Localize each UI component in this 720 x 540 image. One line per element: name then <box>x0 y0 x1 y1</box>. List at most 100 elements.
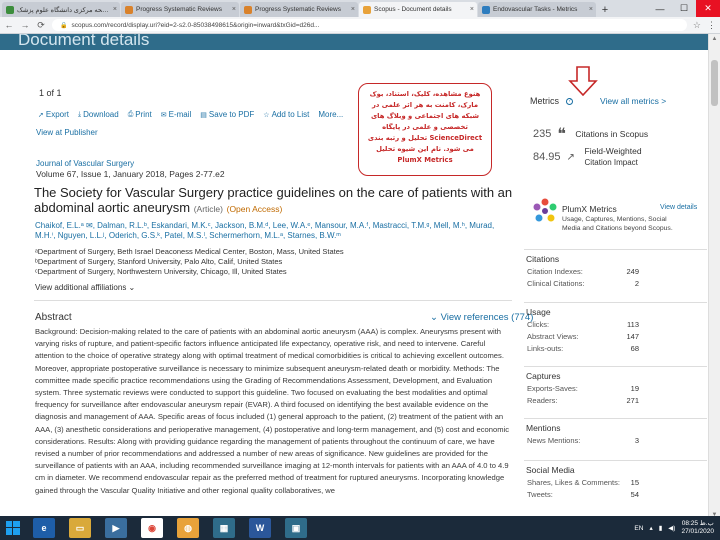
metrics-title: Metrics <box>530 96 559 106</box>
author-list[interactable]: Chaikof, E.L.ᵃ ✉, Dalman, R.L.ᵇ, Eskanda… <box>35 221 510 241</box>
citations-count: 235 <box>533 128 552 140</box>
plumx-metric-label: News Mentions: <box>527 436 581 445</box>
chrome-icon[interactable]: ◉ <box>141 518 163 538</box>
app-icon[interactable]: ▦ <box>213 518 235 538</box>
plumx-section-mentions: Mentions News Mentions: 3 <box>524 418 707 445</box>
tab-close-icon[interactable]: × <box>470 6 474 13</box>
language-indicator[interactable]: EN <box>634 525 643 532</box>
action-label: More... <box>318 110 344 119</box>
action-add-to-list[interactable]: ☆ Add to List <box>263 110 309 119</box>
view-affiliations-link[interactable]: View additional affiliations ⌄ <box>35 283 135 292</box>
plumx-metric-label: Abstract Views: <box>527 332 579 341</box>
action-label: Download <box>83 110 119 119</box>
browser-tab[interactable]: Progress Systematic Reviews × <box>121 2 239 17</box>
action-print[interactable]: ⎙ Print <box>128 110 152 119</box>
action-more[interactable]: More... <box>318 110 343 119</box>
tab-label: Endovascular Tasks - Metrics <box>493 6 578 13</box>
clock-date: 27/01/2020 <box>681 528 714 535</box>
action-export[interactable]: ➚ Export <box>38 110 69 119</box>
scroll-up-icon[interactable]: ▲ <box>709 34 720 45</box>
tab-close-icon[interactable]: × <box>351 6 355 13</box>
action-label: E-mail <box>168 110 192 119</box>
action-label: Add to List <box>271 110 310 119</box>
divider <box>34 300 512 301</box>
firefox-icon[interactable]: ◍ <box>177 518 199 538</box>
tab-close-icon[interactable]: × <box>589 6 593 13</box>
tab-label: Progress Systematic Reviews <box>255 6 341 13</box>
clock[interactable]: 08:25 ب.ظ 27/01/2020 <box>681 520 714 536</box>
scopus-header: Document details <box>0 34 708 50</box>
minimize-button[interactable]: — <box>648 0 672 17</box>
plumx-description: Usage, Captures, Mentions, Social Media … <box>562 216 673 232</box>
windows-start-icon[interactable] <box>0 516 26 540</box>
plumx-metric-row: Clinical Citations: 2 <box>527 279 639 288</box>
browser-tab[interactable]: Progress Systematic Reviews × <box>240 2 358 17</box>
close-window-button[interactable]: ✕ <box>696 0 720 17</box>
reload-icon[interactable]: ⟳ <box>36 20 46 31</box>
action-icon: ➚ <box>38 111 44 119</box>
word-icon[interactable]: W <box>249 518 271 538</box>
citations-metric[interactable]: 235 ❝ Citations in Scopus <box>533 124 648 144</box>
article-type: (Article) <box>193 204 223 214</box>
affiliation-list: ᵃDepartment of Surgery, Beth Israel Deac… <box>35 247 505 277</box>
browser-tab[interactable]: Scopus - Document details × <box>359 2 477 17</box>
action-label: Print <box>135 110 152 119</box>
file-explorer-icon[interactable]: ▭ <box>69 518 91 538</box>
tab-close-icon[interactable]: × <box>232 6 236 13</box>
plumx-section-title: Social Media <box>526 465 575 475</box>
windows-taskbar: e ▭ ▶ ◉ ◍ ▦ W ▣ EN ▴ ▮ ◀) 08:25 ب.ظ 27/0… <box>0 516 720 540</box>
media-player-icon[interactable]: ▶ <box>105 518 127 538</box>
plumx-metric-value: 249 <box>626 267 639 276</box>
plumx-metric-value: 3 <box>634 436 639 445</box>
action-download[interactable]: ⤓ Download <box>78 110 119 119</box>
plumx-view-details-link[interactable]: View details <box>660 204 697 211</box>
plumx-section-citations: Citations Citation Indexes: 249 Clinical Ci… <box>524 249 707 288</box>
browser-menu-icon[interactable]: ⋮ <box>707 20 716 31</box>
action-icon: ⎙ <box>127 110 134 118</box>
plumx-metric-value: 54 <box>630 490 639 499</box>
app-icon-2[interactable]: ▣ <box>285 518 307 538</box>
tray-arrow-icon[interactable]: ▴ <box>649 524 652 532</box>
volume-icon[interactable]: ◀) <box>668 524 675 532</box>
journal-link[interactable]: Journal of Vascular Surgery <box>36 159 134 168</box>
result-pager: 1 of 1 <box>39 88 62 98</box>
internet-explorer-icon[interactable]: e <box>33 518 55 538</box>
plumx-metric-value: 19 <box>630 384 639 393</box>
view-references-link[interactable]: ⌄ View references (774) <box>430 312 533 323</box>
forward-icon[interactable]: → <box>20 20 30 30</box>
url-input[interactable]: 🔒 scopus.com/record/display.uri?eid=2-s2… <box>52 19 687 31</box>
action-e-mail[interactable]: ✉ E-mail <box>161 110 192 119</box>
fwci-sub-label: Citation Impact <box>584 158 638 167</box>
quote-icon: ❝ <box>557 126 566 143</box>
plumx-section-usage: Usage Clicks: 113 Abstract Views: 147 Links-o… <box>524 302 707 353</box>
browser-tab[interactable]: تصفحه مرکزی دانشگاه علوم پزشک × <box>2 2 120 17</box>
action-icon: ▤ <box>200 111 207 119</box>
plumx-metric-row: Clicks: 113 <box>527 320 639 329</box>
fwci-metric[interactable]: 84.95 ↗ Field-Weighted Citation Impact <box>533 146 642 168</box>
tab-close-icon[interactable]: × <box>113 6 117 13</box>
info-icon[interactable]: ? <box>566 98 573 105</box>
plumx-metric-value: 68 <box>630 344 639 353</box>
plumx-section-title: Captures <box>526 371 561 381</box>
new-tab-button[interactable]: + <box>597 2 613 17</box>
annotation-callout: هنوع مشاهده، کلیک، استناد، بوک مارک، کام… <box>358 83 492 176</box>
network-icon[interactable]: ▮ <box>659 524 663 532</box>
action-save-to-pdf[interactable]: ▤ Save to PDF <box>200 110 254 119</box>
plumx-metric-value: 15 <box>630 478 639 487</box>
view-at-publisher-link[interactable]: View at Publisher <box>36 128 98 137</box>
bookmark-star-icon[interactable]: ☆ <box>693 20 701 31</box>
plumx-metric-row: Shares, Likes & Comments: 15 <box>527 478 639 487</box>
affiliation-item: ᵃDepartment of Surgery, Beth Israel Deac… <box>35 247 344 256</box>
action-icon: ⤓ <box>78 110 82 118</box>
plumx-metric-label: Citation Indexes: <box>527 267 583 276</box>
view-all-metrics-link[interactable]: View all metrics > <box>600 96 666 106</box>
open-access-badge[interactable]: (Open Access) <box>227 204 283 214</box>
plumx-metric-label: Readers: <box>527 396 558 405</box>
plumx-metric-row: Exports-Saves: 19 <box>527 384 639 393</box>
page-scrollbar[interactable]: ▲ ▼ <box>708 34 720 521</box>
back-icon[interactable]: ← <box>4 20 14 30</box>
plumx-title: PlumX Metrics <box>562 204 617 214</box>
scroll-thumb[interactable] <box>711 60 718 106</box>
maximize-button[interactable]: ☐ <box>672 0 696 17</box>
browser-tab[interactable]: Endovascular Tasks - Metrics × <box>478 2 596 17</box>
